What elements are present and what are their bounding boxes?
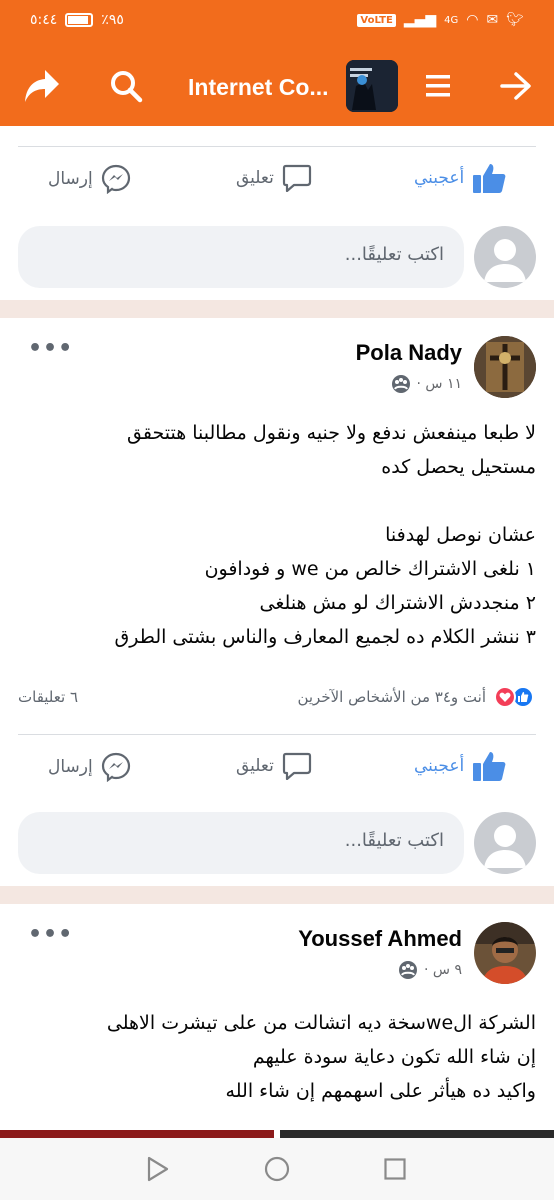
post-timestamp: ١١ س · [391, 374, 463, 394]
timestamp-text: ٩ س · [424, 962, 462, 978]
love-reaction-icon [494, 686, 516, 708]
system-nav-bar [0, 1138, 554, 1200]
comment-label: تعليق [236, 168, 274, 188]
network-type: 4G [444, 14, 459, 26]
app-bar: Internet Co... [0, 44, 554, 126]
author-avatar[interactable] [474, 922, 536, 984]
like-button[interactable]: أعجبني [414, 750, 506, 782]
post-body: لا طبعا مينفعش ندفع ولا جنيه ونقول مطالب… [114, 422, 536, 648]
comment-input[interactable]: اكتب تعليقًا... [18, 812, 464, 874]
send-label: إرسال [48, 757, 93, 777]
mail-icon: ✉ [486, 12, 499, 28]
back-icon[interactable] [146, 1156, 170, 1186]
messenger-icon [101, 164, 130, 194]
divider-line [18, 734, 536, 735]
like-label: أعجبني [414, 756, 465, 776]
messenger-icon [101, 752, 130, 782]
like-label: أعجبني [414, 168, 465, 188]
divider-line [18, 146, 536, 147]
author-name[interactable]: Pola Nady [356, 340, 462, 366]
user-avatar [474, 812, 536, 874]
like-button[interactable]: أعجبني [414, 162, 506, 194]
battery-icon [65, 13, 94, 27]
post-image[interactable] [280, 1130, 554, 1138]
author-name[interactable]: Youssef Ahmed [298, 926, 462, 952]
more-options-icon[interactable]: ••• [28, 336, 73, 361]
group-thumbnail[interactable] [346, 60, 398, 112]
comment-placeholder: اكتب تعليقًا... [344, 244, 444, 265]
timestamp-text: ١١ س · [416, 376, 463, 392]
app-title: Internet Co... [188, 74, 329, 100]
post-body: الشركة الweسخة ديه اتشالت من على تيشرت ا… [106, 1012, 536, 1102]
clock: ٥:٤٤ [30, 12, 58, 28]
thumbs-up-icon [473, 752, 506, 781]
post-image[interactable] [0, 1130, 274, 1138]
comments-count[interactable]: ٦ تعليقات [18, 688, 78, 706]
recents-icon[interactable] [384, 1158, 406, 1184]
author-avatar[interactable] [474, 336, 536, 398]
battery-percent: ٪٩٥ [101, 12, 124, 28]
post-separator [0, 886, 554, 904]
send-button[interactable]: إرسال [48, 164, 131, 194]
post-timestamp: ٩ س · [398, 960, 462, 980]
reactions-text: أنت و٣٤ من الأشخاص الآخرين [297, 688, 486, 706]
comment-button[interactable]: تعليق [236, 752, 312, 780]
wifi-icon: ◠ [466, 12, 479, 28]
send-label: إرسال [48, 169, 93, 189]
share-icon[interactable] [20, 64, 64, 108]
home-icon[interactable] [264, 1156, 290, 1186]
status-bar: ٥:٤٤ ٪٩٥ VoLTE ▂▄▆ 4G ◠ ✉ 🐦︎ [0, 0, 554, 44]
post-separator [0, 300, 554, 318]
thumbs-up-icon [473, 164, 506, 193]
comment-input[interactable]: اكتب تعليقًا... [18, 226, 464, 288]
comment-label: تعليق [236, 756, 274, 776]
reactions-summary[interactable]: أنت و٣٤ من الأشخاص الآخرين [297, 686, 534, 708]
group-audience-icon [391, 375, 410, 393]
signal-icon: ▂▄▆ [403, 12, 437, 28]
comment-icon [282, 752, 311, 780]
user-avatar [474, 226, 536, 288]
send-button[interactable]: إرسال [48, 752, 131, 782]
comment-button[interactable]: تعليق [236, 164, 312, 192]
more-options-icon[interactable]: ••• [28, 922, 73, 947]
menu-icon[interactable] [416, 64, 460, 108]
volte-badge: VoLTE [357, 13, 396, 27]
group-audience-icon [399, 961, 418, 979]
comment-placeholder: اكتب تعليقًا... [344, 830, 444, 851]
search-icon[interactable] [104, 64, 148, 108]
forward-arrow-icon[interactable] [494, 64, 538, 108]
comment-icon [282, 164, 311, 192]
twitter-icon: 🐦︎ [506, 12, 524, 28]
